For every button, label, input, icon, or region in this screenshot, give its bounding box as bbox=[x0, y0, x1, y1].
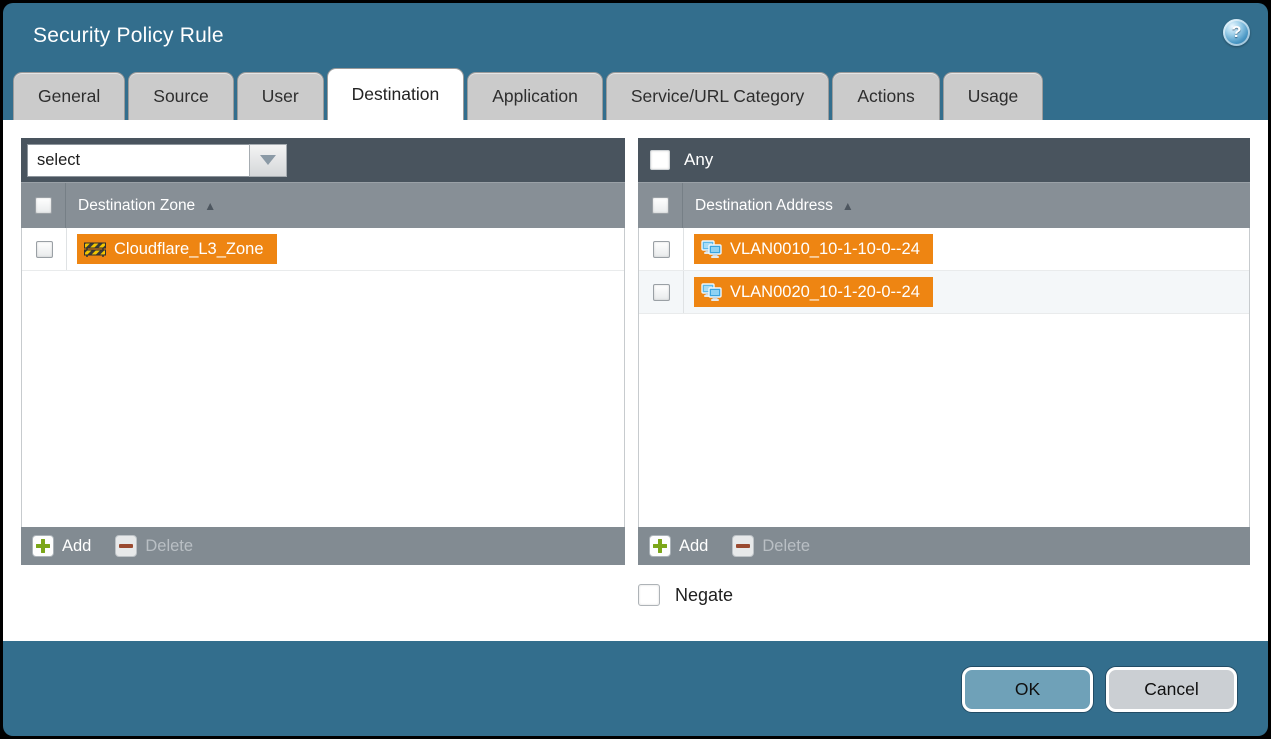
select-all-zones-checkbox[interactable] bbox=[35, 197, 52, 214]
dialog-title: Security Policy Rule bbox=[33, 24, 224, 48]
network-computers-icon bbox=[701, 240, 722, 259]
delete-address-button[interactable]: Delete bbox=[732, 535, 810, 557]
tab-label: Actions bbox=[857, 86, 914, 107]
help-glyph: ? bbox=[1232, 24, 1242, 42]
item-label: Cloudflare_L3_Zone bbox=[114, 240, 264, 259]
destination-address-column: Any Destination Address ▲ bbox=[638, 138, 1250, 641]
zone-barrier-icon bbox=[84, 241, 106, 258]
tab-label: User bbox=[262, 86, 299, 107]
zone-select-dropdown-button[interactable] bbox=[249, 144, 287, 177]
row-checkbox[interactable] bbox=[36, 241, 53, 258]
item-pill[interactable]: Cloudflare_L3_Zone bbox=[77, 234, 277, 264]
list-item: VLAN0020_10-1-20-0--24 bbox=[639, 271, 1249, 314]
delete-zone-button[interactable]: Delete bbox=[115, 535, 193, 557]
minus-icon bbox=[732, 535, 754, 557]
row-checkbox-cell bbox=[22, 228, 67, 270]
address-header-checkbox-cell bbox=[638, 183, 683, 228]
negate-row: Negate bbox=[638, 584, 1250, 606]
dialog-footer: OK Cancel bbox=[3, 641, 1268, 736]
tab-source[interactable]: Source bbox=[128, 72, 233, 120]
add-address-button[interactable]: Add bbox=[649, 535, 708, 557]
tab-label: Service/URL Category bbox=[631, 86, 804, 107]
tab-general[interactable]: General bbox=[13, 72, 125, 120]
network-computers-icon bbox=[701, 283, 722, 302]
plus-icon bbox=[649, 535, 671, 557]
zone-column-header: Destination Zone ▲ bbox=[21, 182, 625, 228]
destination-address-panel: Any Destination Address ▲ bbox=[638, 138, 1250, 565]
add-label: Add bbox=[62, 537, 91, 556]
screen-frame: Security Policy Rule ? General Source User… bbox=[0, 0, 1271, 739]
zone-panel-header: select bbox=[21, 138, 625, 182]
tab-bar: General Source User Destination Application S… bbox=[3, 68, 1268, 120]
security-policy-rule-dialog: Security Policy Rule ? General Source User… bbox=[3, 3, 1268, 736]
destination-tab-content: select Destination Zone ▲ bbox=[3, 120, 1268, 641]
zone-column-label: Destination Zone bbox=[78, 197, 195, 215]
tab-label: Source bbox=[153, 86, 208, 107]
sort-ascending-icon: ▲ bbox=[204, 199, 216, 213]
tab-label: General bbox=[38, 86, 100, 107]
any-address-checkbox[interactable] bbox=[650, 150, 670, 170]
address-column-label: Destination Address bbox=[695, 197, 833, 215]
list-item: VLAN0010_10-1-10-0--24 bbox=[639, 228, 1249, 271]
negate-checkbox[interactable] bbox=[638, 584, 660, 606]
tab-service-url-category[interactable]: Service/URL Category bbox=[606, 72, 829, 120]
row-checkbox[interactable] bbox=[653, 284, 670, 301]
zone-toolbar: Add Delete bbox=[21, 527, 625, 565]
any-label: Any bbox=[684, 150, 713, 170]
delete-label: Delete bbox=[145, 537, 193, 556]
plus-icon bbox=[32, 535, 54, 557]
tab-user[interactable]: User bbox=[237, 72, 324, 120]
delete-label: Delete bbox=[762, 537, 810, 556]
zone-column-title[interactable]: Destination Zone ▲ bbox=[66, 197, 216, 215]
row-checkbox-cell bbox=[639, 228, 684, 270]
tab-application[interactable]: Application bbox=[467, 72, 603, 120]
zone-header-checkbox-cell bbox=[21, 183, 66, 228]
select-all-addresses-checkbox[interactable] bbox=[652, 197, 669, 214]
list-item: Cloudflare_L3_Zone bbox=[22, 228, 624, 271]
add-zone-button[interactable]: Add bbox=[32, 535, 91, 557]
address-panel-header: Any bbox=[638, 138, 1250, 182]
destination-zone-panel: select Destination Zone ▲ bbox=[21, 138, 625, 565]
tab-label: Usage bbox=[968, 86, 1019, 107]
item-label: VLAN0020_10-1-20-0--24 bbox=[730, 283, 920, 302]
address-toolbar: Add Delete bbox=[638, 527, 1250, 565]
address-list: VLAN0010_10-1-10-0--24 VLAN0020_10-1- bbox=[638, 228, 1250, 527]
address-column-title[interactable]: Destination Address ▲ bbox=[683, 197, 854, 215]
address-column-header: Destination Address ▲ bbox=[638, 182, 1250, 228]
tab-usage[interactable]: Usage bbox=[943, 72, 1044, 120]
zone-list: Cloudflare_L3_Zone bbox=[21, 228, 625, 527]
minus-icon bbox=[115, 535, 137, 557]
row-checkbox-cell bbox=[639, 271, 684, 313]
item-pill[interactable]: VLAN0020_10-1-20-0--24 bbox=[694, 277, 933, 307]
tab-actions[interactable]: Actions bbox=[832, 72, 939, 120]
zone-select[interactable]: select bbox=[27, 144, 287, 177]
help-icon[interactable]: ? bbox=[1223, 19, 1250, 46]
item-label: VLAN0010_10-1-10-0--24 bbox=[730, 240, 920, 259]
item-pill[interactable]: VLAN0010_10-1-10-0--24 bbox=[694, 234, 933, 264]
ok-button[interactable]: OK bbox=[962, 667, 1093, 712]
negate-label: Negate bbox=[675, 585, 733, 606]
chevron-down-icon bbox=[260, 155, 276, 165]
cancel-button[interactable]: Cancel bbox=[1106, 667, 1237, 712]
tab-label: Destination bbox=[352, 84, 440, 105]
tab-destination[interactable]: Destination bbox=[327, 68, 465, 120]
tab-label: Application bbox=[492, 86, 578, 107]
row-checkbox[interactable] bbox=[653, 241, 670, 258]
add-label: Add bbox=[679, 537, 708, 556]
zone-select-value[interactable]: select bbox=[27, 144, 249, 177]
dialog-titlebar: Security Policy Rule ? bbox=[3, 3, 1268, 68]
sort-ascending-icon: ▲ bbox=[842, 199, 854, 213]
